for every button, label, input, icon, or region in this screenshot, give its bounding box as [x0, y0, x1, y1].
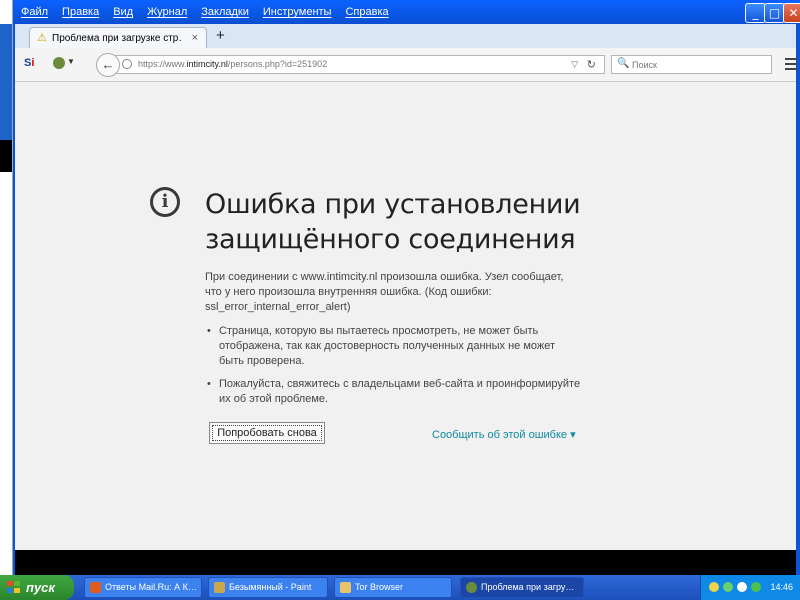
taskbar-item-tor[interactable]: Tor Browser [334, 577, 452, 598]
clock: 14:46 [770, 582, 793, 592]
navigation-bar: Si ▼ https://www.intimcity.nl/persons.ph… [15, 48, 797, 82]
tab-bar: ⚠ Проблема при загрузке стр… × + [15, 24, 796, 48]
try-again-button[interactable]: Попробовать снова [209, 422, 325, 444]
reload-icon[interactable]: ↻ [587, 58, 596, 71]
list-item: Страница, которую вы пытаетесь просмотре… [205, 324, 615, 369]
chevron-down-icon[interactable]: ▼ [67, 57, 75, 66]
si-addon-icon[interactable]: Si [24, 57, 34, 69]
menu-hamburger-icon[interactable] [785, 58, 797, 73]
menu-edit[interactable]: Правка [62, 6, 99, 18]
menu-bar: Файл Правка Вид Журнал Закладки Инструме… [11, 0, 800, 24]
menu-history[interactable]: Журнал [147, 6, 187, 18]
url-text: https://www.intimcity.nl/persons.php?id=… [138, 59, 328, 69]
report-error-link[interactable]: Сообщить об этой ошибке ▾ [432, 428, 576, 441]
maximize-button[interactable]: □ [764, 3, 785, 23]
error-title: Ошибка при установлении защищённого соеди… [205, 189, 581, 255]
tab-title: Проблема при загрузке стр… [52, 33, 182, 44]
search-box[interactable]: 🔍 [611, 55, 772, 74]
taskbar-item-label: Tor Browser [355, 582, 404, 592]
minimize-button[interactable]: _ [745, 3, 766, 23]
background-window-edge [0, 0, 13, 575]
info-icon: i [150, 187, 180, 217]
start-button[interactable]: пуск [0, 575, 74, 600]
paint-icon [214, 582, 225, 593]
system-tray: 14:46 [700, 575, 800, 600]
tray-icon[interactable] [751, 582, 761, 592]
windows-logo-icon [7, 581, 21, 594]
taskbar-item-label: Ответы Mail.Ru: А К… [105, 582, 197, 592]
tray-icon[interactable] [737, 582, 747, 592]
tray-icon[interactable] [723, 582, 733, 592]
tab-active[interactable]: ⚠ Проблема при загрузке стр… × [29, 27, 207, 48]
new-tab-button[interactable]: + [216, 27, 225, 44]
taskbar-item-label: Безымянный - Paint [229, 582, 312, 592]
search-input[interactable] [632, 58, 762, 71]
menu-help[interactable]: Справка [345, 6, 388, 18]
tab-close-icon[interactable]: × [192, 28, 198, 49]
taskbar-item-error-page[interactable]: Проблема при загру… [460, 577, 584, 598]
globe-icon [122, 59, 132, 69]
menu-tools[interactable]: Инструменты [263, 6, 332, 18]
taskbar: пуск Ответы Mail.Ru: А К… Безымянный - P… [0, 575, 800, 600]
url-bar[interactable]: https://www.intimcity.nl/persons.php?id=… [113, 55, 605, 74]
bottom-strip [15, 550, 796, 575]
warning-icon: ⚠ [37, 32, 47, 44]
error-page: i Ошибка при установлении защищённого сое… [15, 82, 796, 550]
search-icon: 🔍 [617, 58, 630, 69]
browser-window: Файл Правка Вид Журнал Закладки Инструме… [11, 0, 800, 575]
menu-bookmarks[interactable]: Закладки [201, 6, 249, 18]
menu-file[interactable]: Файл [21, 6, 48, 18]
firefox-icon [90, 582, 101, 593]
dropdown-arrow-icon[interactable]: ▽ [571, 59, 578, 70]
error-description: При соединении с www.intimcity.nl произо… [205, 271, 564, 313]
taskbar-item-label: Проблема при загру… [481, 582, 575, 592]
tray-icon[interactable] [709, 582, 719, 592]
list-item: Пожалуйста, свяжитесь с владельцами веб-… [205, 377, 615, 407]
back-arrow-icon: ← [101, 57, 115, 72]
folder-icon [340, 582, 351, 593]
taskbar-item-mailru[interactable]: Ответы Mail.Ru: А К… [84, 577, 202, 598]
error-details-list: Страница, которую вы пытаетесь просмотре… [205, 324, 615, 415]
tor-onion-icon [466, 582, 477, 593]
back-button[interactable]: ← [96, 53, 120, 77]
tor-onion-icon[interactable] [53, 57, 65, 69]
taskbar-item-paint[interactable]: Безымянный - Paint [208, 577, 328, 598]
start-label: пуск [26, 580, 55, 595]
menu-view[interactable]: Вид [113, 6, 133, 18]
close-window-button[interactable]: ✕ [783, 3, 800, 23]
